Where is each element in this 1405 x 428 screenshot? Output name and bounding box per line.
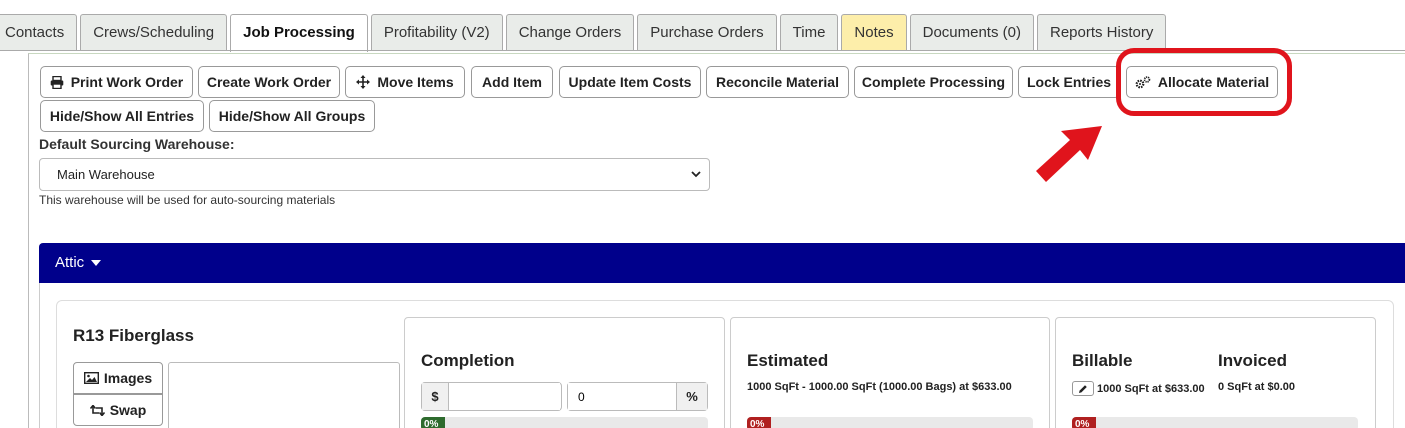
caret-down-icon <box>91 260 102 267</box>
tab-documents[interactable]: Documents (0) <box>909 14 1034 50</box>
estimated-progress-fill: 0% <box>747 417 771 428</box>
dollar-addon: $ <box>422 383 449 410</box>
billable-detail-row: 1000 SqFt at $633.00 <box>1072 381 1205 396</box>
tab-contacts[interactable]: Contacts <box>0 14 78 50</box>
tab-job-processing[interactable]: Job Processing <box>230 14 368 52</box>
print-work-order-button[interactable]: Print Work Order <box>40 66 193 98</box>
print-work-order-label: Print Work Order <box>70 74 184 90</box>
group-header-attic[interactable]: Attic <box>39 243 1405 283</box>
invoiced-detail: 0 SqFt at $0.00 <box>1218 381 1296 393</box>
warehouse-help-text: This warehouse will be used for auto-sou… <box>39 193 336 207</box>
completion-percent-input[interactable] <box>568 383 676 410</box>
move-items-label: Move Items <box>377 74 454 90</box>
add-item-label: Add Item <box>482 74 542 90</box>
completion-panel <box>404 317 725 428</box>
completion-progress: 0% <box>421 417 708 428</box>
billable-progress-fill: 0% <box>1072 417 1096 428</box>
invoiced-title: Invoiced <box>1218 351 1287 370</box>
complete-processing-button[interactable]: Complete Processing <box>854 66 1013 98</box>
warehouse-select[interactable]: Main Warehouse <box>39 158 710 191</box>
move-arrows-icon <box>356 75 371 89</box>
tab-notes[interactable]: Notes <box>841 14 907 50</box>
chevron-down-icon <box>691 171 701 178</box>
update-item-costs-label: Update Item Costs <box>568 74 692 90</box>
reconcile-material-label: Reconcile Material <box>716 74 839 90</box>
tab-profitability[interactable]: Profitability (V2) <box>370 14 503 50</box>
percent-addon: % <box>676 383 707 410</box>
completion-dollar-input[interactable] <box>450 383 560 410</box>
tab-purchase-orders[interactable]: Purchase Orders <box>637 14 777 50</box>
completion-progress-fill: 0% <box>421 417 445 428</box>
swap-label: Swap <box>109 402 147 418</box>
hide-show-all-groups-label: Hide/Show All Groups <box>218 108 366 124</box>
item-title: R13 Fiberglass <box>73 326 194 345</box>
move-items-button[interactable]: Move Items <box>345 66 465 98</box>
red-arrow-icon <box>1036 126 1102 182</box>
images-button[interactable]: Images <box>73 362 163 394</box>
image-icon <box>83 372 99 384</box>
tab-bar: Contacts Crews/Scheduling Job Processing Pr… <box>0 14 1167 52</box>
create-work-order-button[interactable]: Create Work Order <box>198 66 340 98</box>
billable-title: Billable <box>1072 351 1133 370</box>
hide-show-all-entries-label: Hide/Show All Entries <box>49 108 195 124</box>
complete-processing-label: Complete Processing <box>861 74 1006 90</box>
estimated-detail: 1000 SqFt - 1000.00 SqFt (1000.00 Bags) … <box>747 381 1012 393</box>
warehouse-selected-value: Main Warehouse <box>57 167 155 182</box>
estimated-title: Estimated <box>747 351 829 370</box>
update-item-costs-button[interactable]: Update Item Costs <box>559 66 701 98</box>
lock-entries-label: Lock Entries <box>1026 74 1112 90</box>
printer-icon <box>50 75 64 89</box>
swap-button[interactable]: Swap <box>73 394 163 426</box>
highlight-ring <box>1116 48 1292 116</box>
completion-percent-group: % <box>567 382 708 411</box>
tab-crews-scheduling[interactable]: Crews/Scheduling <box>80 14 228 50</box>
lock-entries-button[interactable]: Lock Entries <box>1018 66 1120 98</box>
warehouse-label: Default Sourcing Warehouse: <box>39 136 235 152</box>
completion-dollar-group: $ <box>421 382 562 411</box>
completion-title: Completion <box>421 351 515 370</box>
billable-panel <box>1055 317 1376 428</box>
billable-progress: 0% <box>1072 417 1358 428</box>
item-image-box <box>168 362 400 428</box>
reconcile-material-button[interactable]: Reconcile Material <box>706 66 849 98</box>
images-label: Images <box>103 370 153 386</box>
create-work-order-label: Create Work Order <box>206 74 332 90</box>
edit-billable-button[interactable] <box>1072 381 1094 396</box>
billable-detail: 1000 SqFt at $633.00 <box>1097 382 1205 395</box>
hide-show-all-groups-button[interactable]: Hide/Show All Groups <box>209 100 375 132</box>
group-title: Attic <box>55 254 85 271</box>
pencil-icon <box>1079 384 1087 393</box>
swap-icon <box>89 404 105 416</box>
tab-change-orders[interactable]: Change Orders <box>505 14 635 50</box>
tab-reports-history[interactable]: Reports History <box>1036 14 1167 50</box>
estimated-panel <box>730 317 1050 428</box>
hide-show-all-entries-button[interactable]: Hide/Show All Entries <box>40 100 204 132</box>
add-item-button[interactable]: Add Item <box>471 66 553 98</box>
tab-time[interactable]: Time <box>779 14 839 50</box>
estimated-progress: 0% <box>747 417 1033 428</box>
